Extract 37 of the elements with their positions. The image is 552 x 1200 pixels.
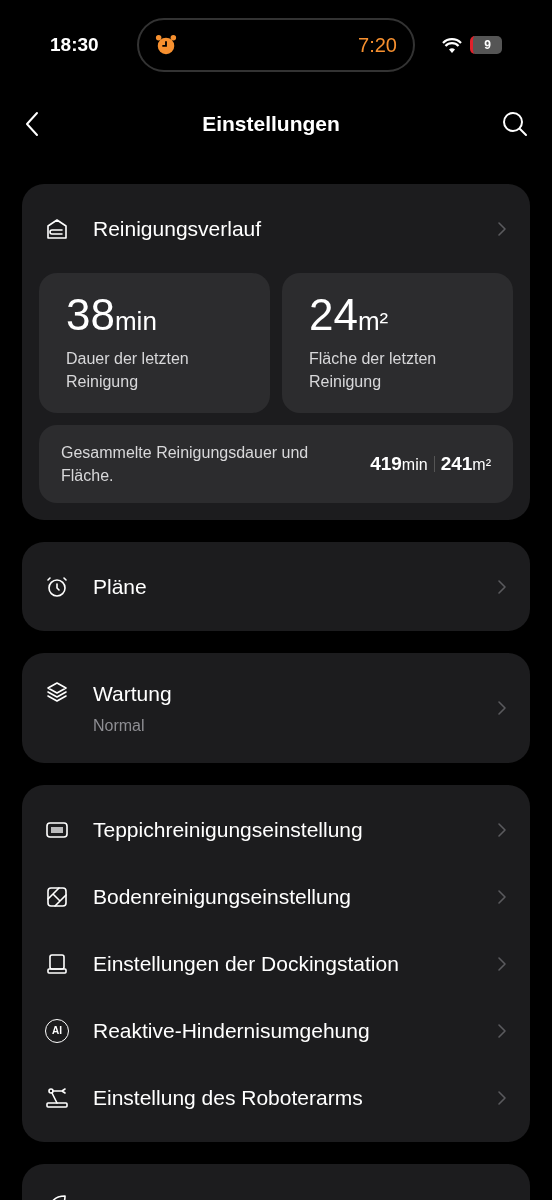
alarm-clock-icon [45, 574, 69, 599]
chevron-right-icon [497, 1022, 507, 1039]
chevron-right-icon [497, 821, 507, 838]
alarm-time: 7:20 [358, 33, 397, 58]
settings-row[interactable]: Einstellungen der Dockingstation [45, 930, 507, 997]
chevron-right-icon [497, 955, 507, 972]
chevron-right-icon [497, 220, 507, 237]
robot-arm-icon [45, 1085, 69, 1110]
alarm-clock-icon [155, 34, 177, 56]
chevron-right-icon [497, 888, 507, 905]
layers-icon [45, 680, 69, 704]
stat-label: Dauer der letzten Reinigung [66, 349, 190, 392]
settings-row[interactable]: Wartung Normal [45, 664, 507, 752]
settings-row[interactable]: Bodenreinigungseinstellung [45, 863, 507, 930]
chevron-right-icon [497, 578, 507, 595]
stat-value: 24m² [309, 289, 390, 341]
chevron-right-icon [497, 1089, 507, 1106]
house-icon [45, 216, 69, 241]
settings-row[interactable]: Pläne [45, 553, 507, 620]
search-button[interactable] [502, 111, 528, 137]
floor-tile-icon [45, 884, 69, 909]
stat-value: 38min [66, 289, 158, 341]
wifi-icon [442, 37, 462, 53]
chevron-right-icon [497, 700, 507, 716]
history-row[interactable]: Reinigungsverlauf [39, 184, 513, 273]
settings-row[interactable]: Teppichreinigungseinstellung [45, 796, 507, 863]
page-title: Einstellungen [202, 111, 340, 138]
battery-indicator: 9 [470, 36, 502, 54]
docking-station-icon [45, 951, 69, 976]
total-label: Gesammelte Reinigungsdauer und Fläche. [61, 443, 310, 486]
status-time: 18:30 [50, 32, 100, 57]
settings-row[interactable]: Einstellung des Roboterarms [45, 1064, 507, 1131]
total-minutes: 419min [370, 451, 428, 476]
back-button[interactable] [24, 111, 40, 137]
settings-row[interactable]: AI Reaktive-Hindernisumgehung [45, 997, 507, 1064]
total-area: 241m² [440, 449, 491, 479]
stat-label: Fläche der letzten Reinigung [309, 349, 438, 392]
